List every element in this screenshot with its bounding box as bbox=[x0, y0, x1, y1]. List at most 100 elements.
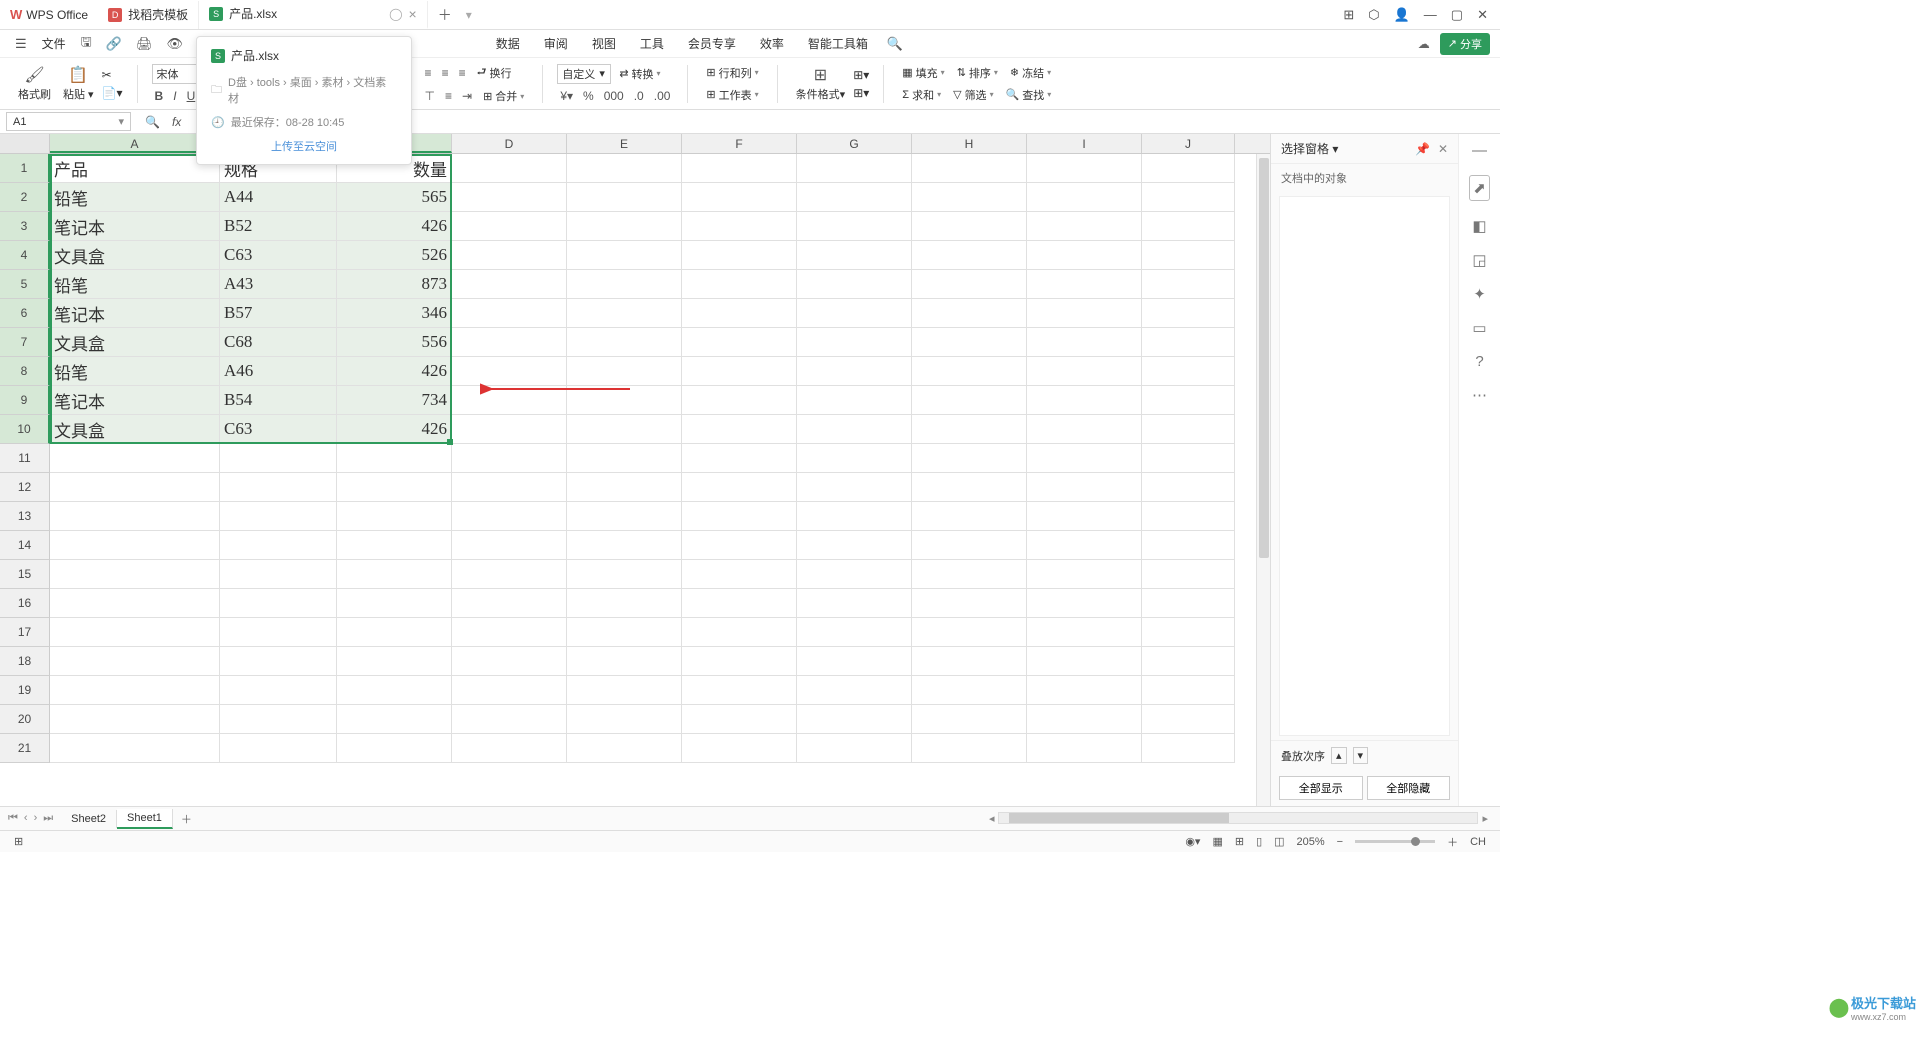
paste-button[interactable]: 📋粘贴 ▾ bbox=[59, 63, 98, 104]
cube-icon[interactable]: ⬡ bbox=[1368, 7, 1379, 23]
cell[interactable] bbox=[567, 183, 682, 212]
cell[interactable] bbox=[1142, 357, 1235, 386]
cell[interactable]: C63 bbox=[220, 241, 337, 270]
row-header[interactable]: 20 bbox=[0, 705, 50, 734]
cell[interactable]: 铅笔 bbox=[50, 357, 220, 386]
menu-efficiency[interactable]: 效率 bbox=[750, 31, 794, 56]
stack-up-icon[interactable]: ▴ bbox=[1331, 747, 1347, 764]
cell[interactable] bbox=[912, 270, 1027, 299]
row-header[interactable]: 19 bbox=[0, 676, 50, 705]
tool-icon-1[interactable]: ◧ bbox=[1472, 217, 1486, 235]
cell[interactable] bbox=[567, 734, 682, 763]
tool-icon-2[interactable]: ◲ bbox=[1472, 251, 1486, 269]
cond-format-button[interactable]: ⊞条件格式▾ bbox=[792, 63, 850, 104]
merge-button[interactable]: ⊞ 合并▾ bbox=[479, 87, 528, 105]
cell[interactable] bbox=[1142, 154, 1235, 183]
sheet-tab-active[interactable]: Sheet1 bbox=[117, 809, 173, 829]
cell[interactable] bbox=[1027, 386, 1142, 415]
cell[interactable] bbox=[452, 502, 567, 531]
cell[interactable] bbox=[682, 618, 797, 647]
cell[interactable] bbox=[1142, 473, 1235, 502]
cell[interactable]: 文具盒 bbox=[50, 415, 220, 444]
cell[interactable] bbox=[1027, 270, 1142, 299]
row-header[interactable]: 18 bbox=[0, 647, 50, 676]
cell[interactable] bbox=[682, 328, 797, 357]
cell[interactable]: 铅笔 bbox=[50, 270, 220, 299]
cell[interactable] bbox=[50, 473, 220, 502]
cell[interactable] bbox=[1142, 328, 1235, 357]
add-tab-button[interactable]: ＋ bbox=[428, 5, 462, 25]
cell[interactable]: 873 bbox=[337, 270, 452, 299]
cell[interactable] bbox=[912, 531, 1027, 560]
copy-icon[interactable]: 📄▾ bbox=[102, 86, 123, 100]
tool-icon-3[interactable]: ✦ bbox=[1473, 285, 1486, 303]
name-box[interactable]: A1▾ bbox=[6, 112, 131, 131]
cell[interactable] bbox=[682, 154, 797, 183]
view-page-icon[interactable]: ▯ bbox=[1250, 835, 1268, 848]
cell[interactable] bbox=[797, 618, 912, 647]
tab-template[interactable]: D 找稻壳模板 bbox=[98, 1, 199, 29]
sheet-last-icon[interactable]: ⏭ bbox=[43, 812, 53, 825]
cell[interactable] bbox=[452, 386, 567, 415]
cell[interactable] bbox=[50, 647, 220, 676]
cell[interactable] bbox=[797, 415, 912, 444]
row-header[interactable]: 5 bbox=[0, 270, 50, 299]
cell[interactable] bbox=[220, 502, 337, 531]
cell[interactable] bbox=[1027, 212, 1142, 241]
cell[interactable] bbox=[452, 212, 567, 241]
col-header[interactable]: J bbox=[1142, 134, 1235, 153]
row-header[interactable]: 21 bbox=[0, 734, 50, 763]
cell[interactable] bbox=[797, 299, 912, 328]
cell[interactable] bbox=[912, 589, 1027, 618]
cell[interactable]: B52 bbox=[220, 212, 337, 241]
cell[interactable] bbox=[797, 386, 912, 415]
cell[interactable] bbox=[567, 270, 682, 299]
cell[interactable] bbox=[452, 444, 567, 473]
tab-overflow-icon[interactable]: ▾ bbox=[462, 8, 476, 22]
cell[interactable] bbox=[567, 241, 682, 270]
cell[interactable]: 734 bbox=[337, 386, 452, 415]
number-format-select[interactable]: 自定义 ▾ bbox=[557, 64, 611, 84]
cell[interactable] bbox=[1027, 183, 1142, 212]
cell[interactable] bbox=[682, 589, 797, 618]
cell[interactable] bbox=[1027, 502, 1142, 531]
cell[interactable] bbox=[797, 647, 912, 676]
row-header[interactable]: 11 bbox=[0, 444, 50, 473]
fx-search-icon[interactable]: 🔍 bbox=[137, 115, 168, 129]
cell[interactable] bbox=[50, 734, 220, 763]
close-icon[interactable]: × bbox=[409, 6, 417, 22]
cell[interactable] bbox=[797, 676, 912, 705]
cell[interactable] bbox=[1142, 734, 1235, 763]
cell[interactable] bbox=[1027, 473, 1142, 502]
zoom-in-button[interactable]: ＋ bbox=[1441, 834, 1464, 850]
menu-tools[interactable]: 工具 bbox=[630, 31, 674, 56]
zoom-out-button[interactable]: − bbox=[1331, 836, 1349, 848]
cell[interactable] bbox=[337, 705, 452, 734]
cell[interactable] bbox=[567, 299, 682, 328]
sheet-tab[interactable]: Sheet2 bbox=[61, 810, 117, 828]
row-header[interactable]: 6 bbox=[0, 299, 50, 328]
fill-button[interactable]: ▦ 填充▾ bbox=[898, 64, 948, 82]
cell[interactable] bbox=[452, 183, 567, 212]
cell[interactable] bbox=[1027, 415, 1142, 444]
cell[interactable] bbox=[797, 183, 912, 212]
add-sheet-button[interactable]: ＋ bbox=[173, 811, 200, 827]
cell[interactable] bbox=[50, 560, 220, 589]
cell[interactable] bbox=[567, 444, 682, 473]
help-icon[interactable]: ? bbox=[1475, 353, 1483, 370]
bold-button[interactable]: B bbox=[152, 88, 167, 104]
view-layout-icon[interactable]: ⊞ bbox=[1229, 835, 1250, 848]
cell[interactable] bbox=[682, 241, 797, 270]
cell[interactable] bbox=[1027, 531, 1142, 560]
cell[interactable] bbox=[452, 299, 567, 328]
cell[interactable]: C68 bbox=[220, 328, 337, 357]
show-all-button[interactable]: 全部显示 bbox=[1279, 776, 1363, 800]
filter-button[interactable]: ▽ 筛选▾ bbox=[949, 86, 997, 104]
view-normal-icon[interactable]: ▦ bbox=[1206, 835, 1228, 848]
cell[interactable]: 产品 bbox=[50, 154, 220, 183]
cell[interactable] bbox=[1027, 299, 1142, 328]
cell[interactable] bbox=[682, 473, 797, 502]
cell[interactable] bbox=[567, 531, 682, 560]
cell[interactable] bbox=[682, 734, 797, 763]
cell[interactable] bbox=[567, 705, 682, 734]
